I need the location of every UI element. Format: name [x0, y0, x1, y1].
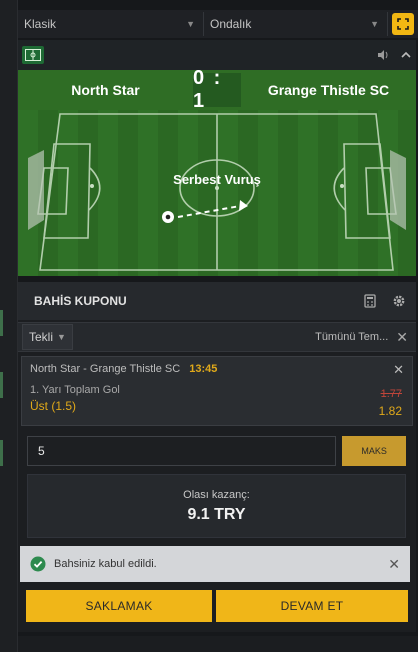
away-team: Grange Thistle SC: [267, 82, 390, 98]
max-stake-button[interactable]: MAKS: [342, 436, 406, 466]
chevron-up-icon[interactable]: [400, 49, 412, 61]
close-icon[interactable]: ✕: [393, 362, 404, 378]
goal-right: [390, 150, 406, 230]
toast-message: Bahsiniz kabul edildi.: [54, 558, 157, 570]
bet-type-label: Tekli: [29, 330, 54, 344]
close-icon[interactable]: ✕: [396, 329, 408, 346]
save-button[interactable]: SAKLAMAK: [26, 590, 212, 622]
match-name: North Star - Grange Thistle SC: [30, 363, 181, 375]
remove-all-link[interactable]: Tümünü Tem...: [315, 331, 388, 343]
pitch-header: [18, 40, 416, 70]
goal-left: [28, 150, 44, 230]
check-circle-icon: [30, 556, 46, 572]
format-select-value: Klasik: [24, 17, 57, 31]
current-odds: 1.82: [378, 404, 402, 418]
strip-marker: [0, 372, 3, 398]
calculator-icon[interactable]: [364, 294, 376, 308]
bet-match: North Star - Grange Thistle SC 13:45: [30, 363, 404, 375]
volume-icon[interactable]: [376, 48, 390, 62]
potential-win-box: Olası kazanç: 9.1 TRY: [27, 474, 406, 538]
caret-down-icon: ▼: [57, 332, 66, 342]
continue-button[interactable]: DEVAM ET: [216, 590, 408, 622]
betting-widget: Klasik ▼ Ondalık ▼ North Star 0 : 1 Gran…: [0, 0, 418, 652]
match-time: 13:45: [189, 363, 218, 375]
bet-type-row: Tekli ▼ Tümünü Tem... ✕: [18, 322, 416, 352]
bottom-spacer: [18, 636, 418, 652]
bet-slip-header: BAHİS KUPONU: [18, 282, 416, 320]
home-team: North Star: [71, 82, 140, 98]
field-icon[interactable]: [22, 46, 44, 64]
bet-pick: Üst (1.5): [30, 399, 77, 413]
top-bar: Klasik ▼ Ondalık ▼: [18, 10, 418, 38]
expand-button[interactable]: [392, 13, 414, 35]
close-icon[interactable]: ✕: [388, 556, 400, 573]
bet-slip-title: BAHİS KUPONU: [34, 294, 127, 308]
caret-down-icon: ▼: [186, 19, 195, 29]
strip-marker: [0, 310, 3, 336]
potential-win-value: 9.1 TRY: [187, 505, 246, 523]
score: 0 : 1: [193, 67, 241, 112]
odds-select-value: Ondalık: [210, 17, 252, 31]
bet-card: North Star - Grange Thistle SC 13:45 1. …: [21, 356, 413, 426]
expand-icon: [397, 18, 409, 30]
stake-row: 5 MAKS: [18, 436, 416, 466]
bet-type-select[interactable]: Tekli ▼: [22, 324, 73, 350]
bet-market: 1. Yarı Toplam Gol: [30, 384, 120, 396]
format-select[interactable]: Klasik ▼: [18, 12, 204, 36]
potential-win-label: Olası kazanç:: [183, 488, 250, 501]
success-toast: Bahsiniz kabul edildi. ✕: [20, 546, 410, 582]
stake-input[interactable]: 5: [27, 436, 337, 466]
event-label: Serbest Vuruş: [173, 172, 261, 187]
odds-format-select[interactable]: Ondalık ▼: [204, 12, 388, 36]
old-odds: 1.77: [380, 388, 402, 400]
left-strip: [0, 0, 18, 652]
pitch-field: [18, 110, 416, 276]
live-pitch: North Star 0 : 1 Grange Thistle SC Serbe…: [18, 40, 416, 276]
gear-icon[interactable]: [392, 294, 406, 308]
bet-slip: BAHİS KUPONU Tekli ▼ Tümünü Tem... ✕ Nor…: [18, 282, 416, 632]
scoreboard: North Star 0 : 1 Grange Thistle SC: [18, 67, 416, 112]
action-buttons: SAKLAMAK DEVAM ET: [18, 590, 416, 622]
caret-down-icon: ▼: [370, 19, 379, 29]
strip-marker: [0, 440, 3, 466]
